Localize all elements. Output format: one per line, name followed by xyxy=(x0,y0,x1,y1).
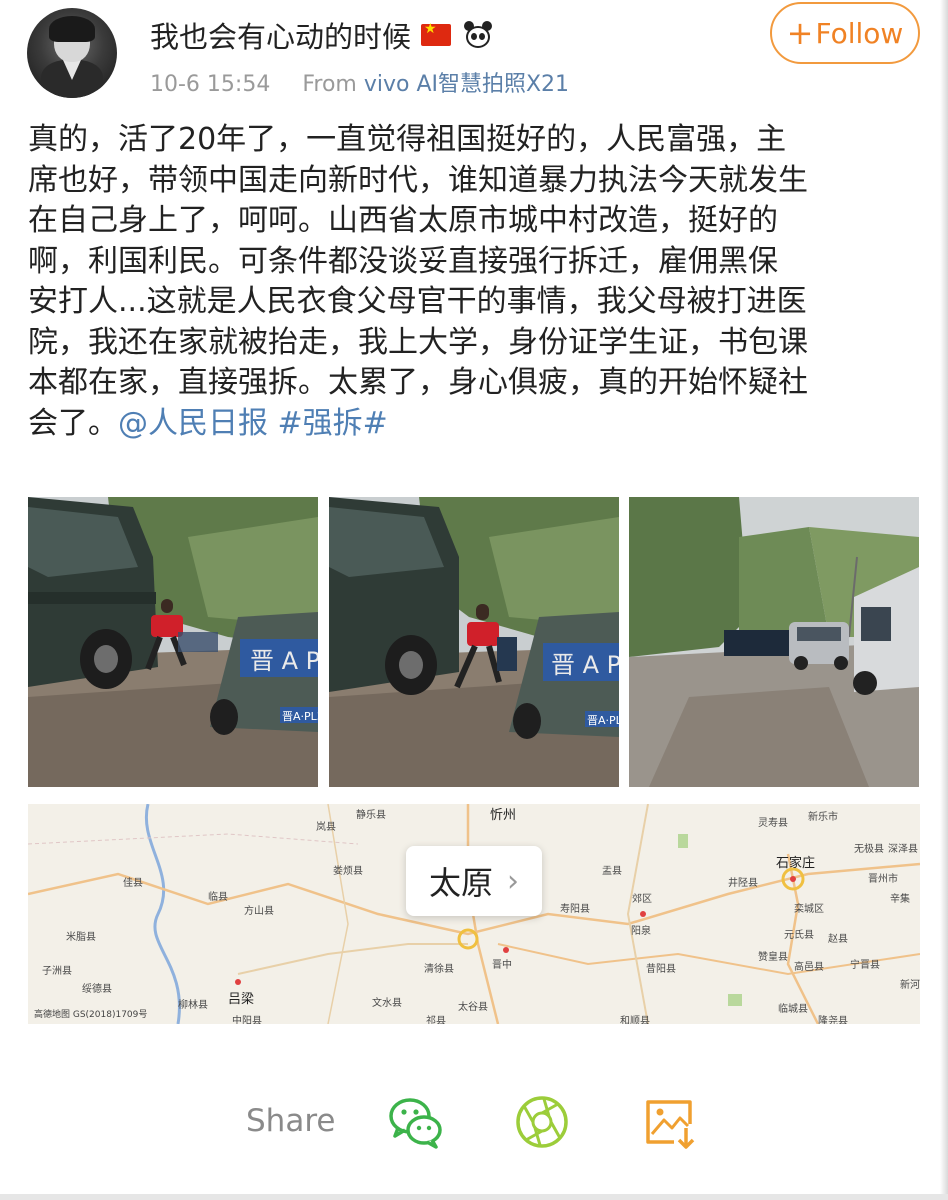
post-photo-2[interactable]: 晋 A P 晋A·PL xyxy=(329,497,619,787)
map-label: 昔阳县 xyxy=(646,964,676,975)
map-label: 米脂县 xyxy=(66,932,96,943)
map-label: 寿阳县 xyxy=(560,904,590,915)
post-photo-1[interactable]: 晋 A P 晋A·PL3 xyxy=(28,497,318,787)
wechat-icon xyxy=(389,1098,442,1149)
truck-plate-text: 晋 A P xyxy=(250,647,318,675)
post-text-line: 真的，活了20年了，一直觉得祖国挺好的，人民富强，主 xyxy=(28,122,787,157)
share-label: Share xyxy=(246,1103,336,1139)
location-map[interactable]: 静乐县 忻州 灵寿县 新乐市 岚县 无极县 深泽县 佳县 娄烦县 盂县 石家庄 … xyxy=(28,804,920,1024)
mention-link[interactable]: @人民日报 xyxy=(118,406,268,441)
post-meta: 10-6 15:54 From vivo AI智慧拍照X21 xyxy=(150,66,569,98)
author-name-row[interactable]: 我也会有心动的时候 xyxy=(150,14,493,56)
map-label: 太谷县 xyxy=(458,1002,488,1013)
map-label: 元氏县 xyxy=(784,930,814,941)
map-label: 晋州市 xyxy=(868,874,898,885)
map-label: 祁县 xyxy=(426,1016,446,1024)
follow-label: Follow xyxy=(815,16,904,50)
screen-edge xyxy=(0,1194,948,1200)
chevron-right-icon: › xyxy=(507,863,519,899)
map-copyright: 高德地图 GS(2018)1709号 xyxy=(34,1010,148,1020)
map-label: 中阳县 xyxy=(232,1016,262,1024)
wechat-share-button[interactable] xyxy=(386,1092,446,1152)
post-text-line: 本都在家，直接强拆。太累了，身心俱疲，真的开始怀疑社 xyxy=(28,365,808,400)
post-text-last-line: 会了。@人民日报 #强拆# xyxy=(28,404,928,445)
map-label: 绥德县 xyxy=(82,984,112,995)
save-image-icon xyxy=(646,1100,695,1149)
map-label: 栾城区 xyxy=(794,904,824,915)
location-city: 太原 xyxy=(428,864,493,902)
map-label: 娄烦县 xyxy=(333,866,363,877)
small-plate-text: 晋A·PL xyxy=(587,714,619,727)
map-label: 晋中 xyxy=(492,960,512,971)
map-label: 赞皇县 xyxy=(758,952,788,963)
map-label: 柳林县 xyxy=(178,1000,208,1011)
map-label: 临城县 xyxy=(778,1004,808,1015)
china-flag-icon xyxy=(421,21,452,46)
post-text-tail: 会了。 xyxy=(28,405,118,441)
map-label: 石家庄 xyxy=(776,856,816,871)
map-label: 灵寿县 xyxy=(758,818,788,829)
map-label: 阳泉 xyxy=(631,926,651,937)
map-label: 吕梁 xyxy=(228,992,255,1007)
map-label: 辛集 xyxy=(890,894,910,905)
map-label: 子洲县 xyxy=(42,966,72,977)
screen-edge xyxy=(940,0,948,1200)
moments-share-button[interactable] xyxy=(512,1092,572,1152)
follow-button[interactable]: + Follow xyxy=(770,2,920,64)
map-label: 忻州 xyxy=(490,808,517,823)
street-scene-image: 晋 A P 晋A·PL xyxy=(329,497,619,787)
post-photo-3[interactable] xyxy=(629,497,919,787)
map-label: 盂县 xyxy=(602,866,622,877)
post-text-line: 席也好，带领中国走向新时代，谁知道暴力执法今天就发生 xyxy=(28,162,808,198)
map-label: 佳县 xyxy=(123,878,143,889)
map-label: 井陉县 xyxy=(728,878,758,889)
road-crowd-image xyxy=(629,497,919,787)
map-label: 新乐市 xyxy=(808,812,838,823)
plus-icon: + xyxy=(786,14,814,52)
post-source[interactable]: vivo AI智慧拍照X21 xyxy=(364,72,569,97)
hashtag-link[interactable]: #强拆# xyxy=(278,406,388,441)
map-label: 隆尧县 xyxy=(818,1016,848,1024)
map-label: 清徐县 xyxy=(424,964,454,975)
map-label: 赵县 xyxy=(828,934,848,945)
weibo-post-view: 我也会有心动的时候 10-6 15:54 From vivo AI智慧拍照X21… xyxy=(0,0,948,1200)
post-text: 真的，活了20年了，一直觉得祖国挺好的，人民富强，主 席也好，带领中国走向新时代… xyxy=(28,120,928,444)
map-label: 深泽县 xyxy=(888,844,918,855)
map-label: 宁晋县 xyxy=(850,960,880,971)
truck-plate-text: 晋 A P xyxy=(551,651,619,679)
moments-icon xyxy=(516,1096,568,1148)
map-label: 静乐县 xyxy=(356,810,386,821)
map-label: 高邑县 xyxy=(794,962,824,973)
post-text-line: 安打人...这就是人民衣食父母官干的事情，我父母被打进医 xyxy=(28,284,807,319)
map-label: 和顺县 xyxy=(620,1016,650,1024)
avatar[interactable] xyxy=(27,8,117,98)
map-label: 文水县 xyxy=(372,998,402,1009)
author-name[interactable]: 我也会有心动的时候 xyxy=(150,14,411,56)
street-scene-image: 晋 A P 晋A·PL3 xyxy=(28,497,318,787)
location-button[interactable]: 太原 › xyxy=(406,846,542,916)
panda-icon xyxy=(463,21,493,49)
post-source-prefix: From xyxy=(302,72,357,97)
map-label: 岚县 xyxy=(316,822,336,833)
map-label: 无极县 xyxy=(854,844,884,855)
post-text-line: 院，我还在家就被抬走，我上大学，身份证学生证，书包课 xyxy=(28,324,808,360)
map-label: 方山县 xyxy=(244,906,274,917)
map-label: 新河 xyxy=(900,980,920,991)
map-label: 郊区 xyxy=(632,894,652,905)
post-text-line: 啊，利国利民。可条件都没谈妥直接强行拆迁，雇佣黑保 xyxy=(28,243,778,279)
small-plate-text: 晋A·PL3 xyxy=(282,710,318,723)
map-label: 临县 xyxy=(208,892,228,903)
save-image-button[interactable] xyxy=(640,1092,700,1152)
post-text-line: 在自己身上了，呵呵。山西省太原市城中村改造，挺好的 xyxy=(28,203,778,238)
post-timestamp: 10-6 15:54 xyxy=(150,72,271,97)
